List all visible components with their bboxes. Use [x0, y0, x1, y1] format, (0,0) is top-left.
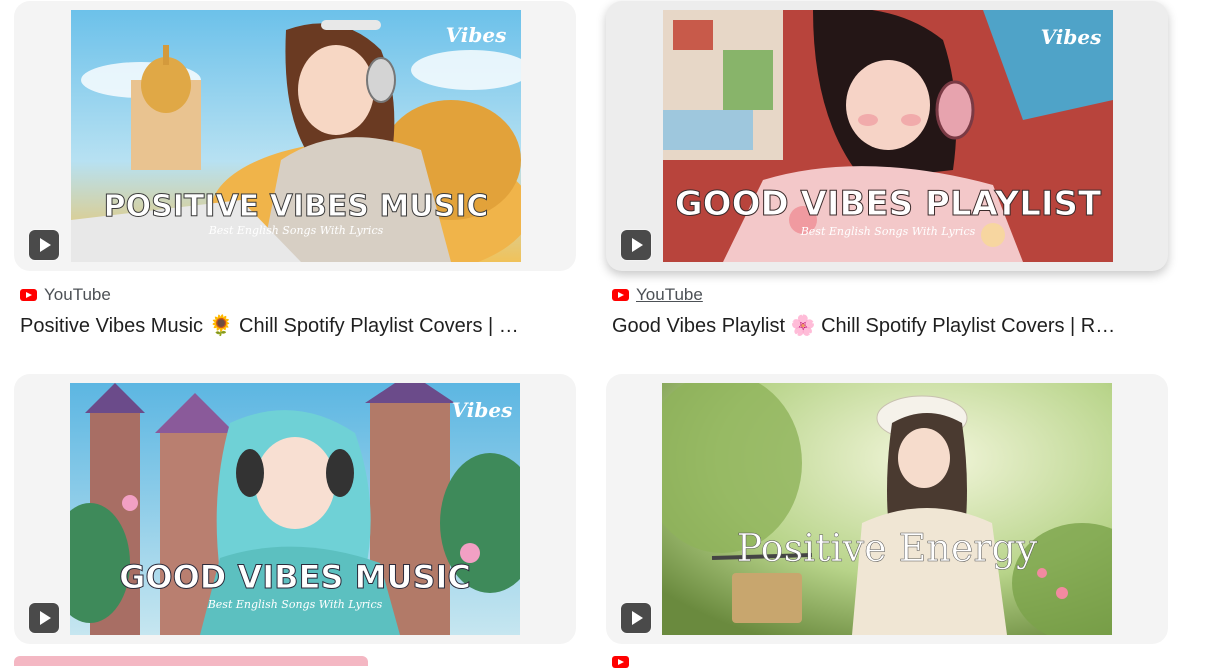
thumbnail-headline: GOOD VIBES PLAYLIST	[675, 184, 1102, 224]
result-source[interactable]: YouTube	[20, 285, 111, 305]
play-icon	[40, 611, 51, 625]
thumbnail-image: POSITIVE VIBES MUSIC Best English Songs …	[71, 10, 521, 262]
result-title[interactable]: Good Vibes Playlist 🌸 Chill Spotify Play…	[612, 313, 1168, 338]
thumbnail-subline: Best English Songs With Lyrics	[207, 598, 383, 611]
video-thumbnail[interactable]: Positive Energy	[662, 383, 1112, 635]
thumbnail-headline: GOOD VIBES MUSIC	[119, 558, 471, 596]
result-card[interactable]: Positive Energy	[606, 374, 1168, 644]
play-icon	[632, 611, 643, 625]
result-source[interactable]: YouTube	[612, 285, 703, 305]
result-card[interactable]: POSITIVE VIBES MUSIC Best English Songs …	[14, 1, 576, 271]
result-card[interactable]: GOOD VIBES PLAYLIST Best English Songs W…	[606, 1, 1168, 271]
channel-logo: Vibes	[1041, 25, 1102, 49]
play-icon	[632, 238, 643, 252]
video-thumbnail[interactable]: GOOD VIBES PLAYLIST Best English Songs W…	[663, 10, 1113, 262]
source-name: YouTube	[636, 285, 703, 304]
thumbnail-subline: Best English Songs With Lyrics	[800, 225, 976, 238]
youtube-logo-icon	[612, 656, 629, 668]
play-icon	[40, 238, 51, 252]
play-button[interactable]	[29, 230, 59, 260]
play-button[interactable]	[621, 230, 651, 260]
thumbnail-image: GOOD VIBES PLAYLIST Best English Songs W…	[663, 10, 1113, 262]
thumbnail-headline: Positive Energy	[737, 526, 1038, 570]
result-title[interactable]: Positive Vibes Music 🌻 Chill Spotify Pla…	[20, 313, 576, 338]
result-card[interactable]: GOOD VIBES MUSIC Best English Songs With…	[14, 374, 576, 644]
thumbnail-headline: POSITIVE VIBES MUSIC	[104, 189, 489, 224]
thumbnail-image: GOOD VIBES MUSIC Best English Songs With…	[70, 383, 520, 635]
channel-logo: Vibes	[446, 23, 507, 47]
channel-logo: Vibes	[452, 398, 513, 422]
video-thumbnail[interactable]: POSITIVE VIBES MUSIC Best English Songs …	[71, 10, 521, 262]
youtube-logo-icon	[612, 289, 629, 301]
video-thumbnail[interactable]: GOOD VIBES MUSIC Best English Songs With…	[70, 383, 520, 635]
next-card-thumbnail[interactable]	[14, 656, 368, 666]
play-button[interactable]	[29, 603, 59, 633]
thumbnail-subline: Best English Songs With Lyrics	[208, 224, 384, 237]
play-button[interactable]	[621, 603, 651, 633]
youtube-logo-icon	[20, 289, 37, 301]
result-source[interactable]	[612, 656, 629, 668]
source-name: YouTube	[44, 285, 111, 304]
thumbnail-image: Positive Energy	[662, 383, 1112, 635]
